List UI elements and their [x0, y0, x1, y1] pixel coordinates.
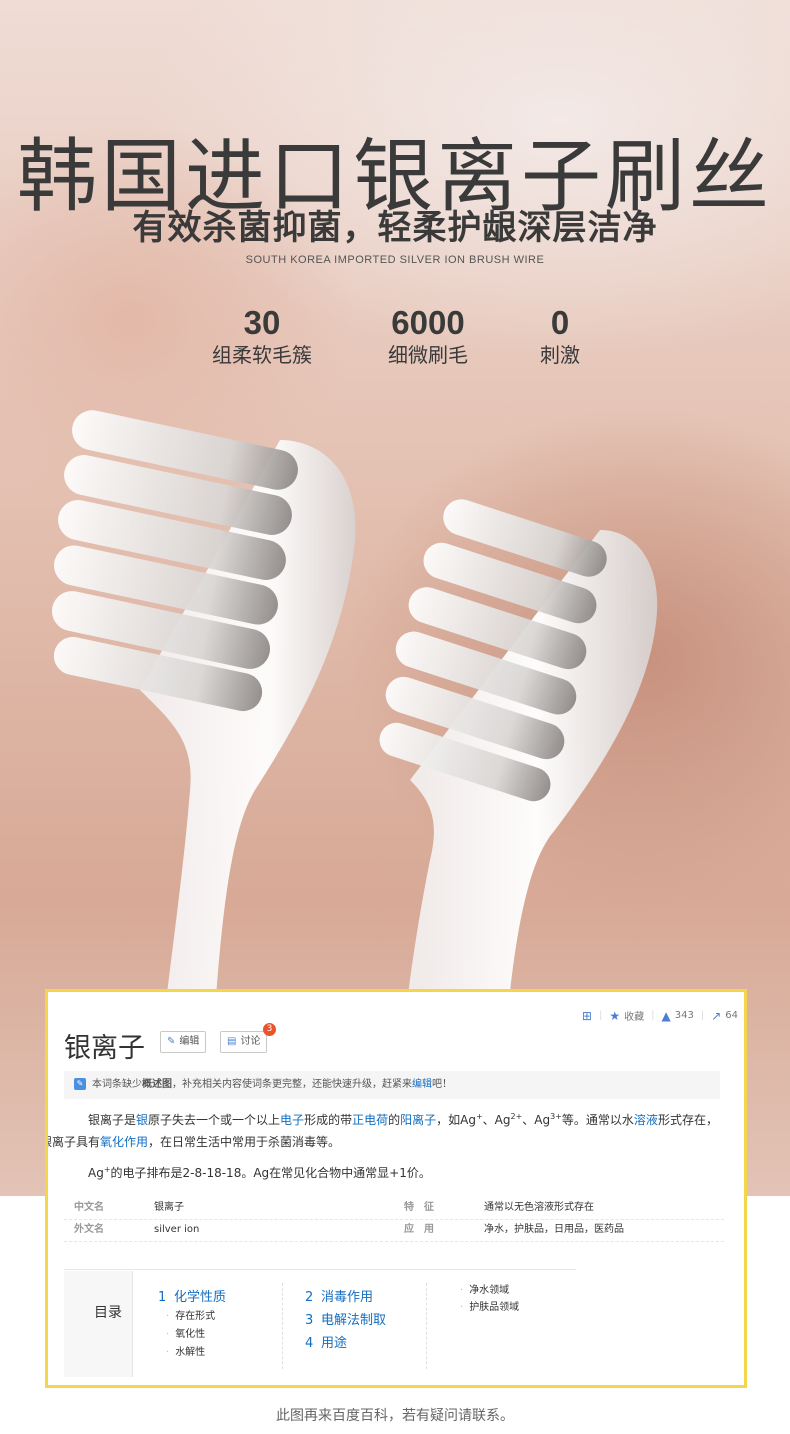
- toc-heading: 目录: [94, 1305, 122, 1321]
- toc-item-uses[interactable]: 4 用途: [305, 1332, 347, 1351]
- link-silver[interactable]: 银: [136, 1113, 148, 1127]
- basic-info-row: 外文名 silver ion 应 用 净水，护肤品，日用品，医药品: [64, 1219, 724, 1242]
- notice-edit-link[interactable]: 编辑: [412, 1079, 432, 1090]
- basic-info-row: 中文名 银离子 特 征 通常以无色溶液形式存在: [64, 1197, 724, 1220]
- like-count[interactable]: 343: [675, 1010, 694, 1021]
- footer-note: 此图再来百度百科，若有疑问请联系。: [276, 1408, 514, 1424]
- text: 、Ag: [522, 1113, 551, 1127]
- link-electron[interactable]: 电子: [280, 1113, 304, 1127]
- link-cation[interactable]: 阳离子: [400, 1113, 436, 1127]
- discuss-button[interactable]: ▤ 讨论: [220, 1031, 268, 1053]
- text: ，在日常生活中常用于杀菌消毒等。: [148, 1135, 341, 1149]
- text: 银离子具有: [45, 1135, 101, 1149]
- toc-number: 4: [305, 1336, 314, 1351]
- superscript: +: [103, 1165, 111, 1174]
- toc-subitem[interactable]: · 护肤品领域: [460, 1298, 519, 1313]
- entry-toolbar: ⊞ | ★ 收藏 | ▲ 343 | ↗ 64: [581, 1008, 738, 1024]
- share-count[interactable]: 64: [725, 1010, 738, 1021]
- info-value: 银离子: [154, 1202, 184, 1213]
- stat-label: 组柔软毛簇: [212, 343, 312, 367]
- comment-icon: ▤: [227, 1036, 237, 1047]
- toc-label: 用途: [321, 1336, 348, 1351]
- toc-sub-label: 氧化性: [175, 1329, 206, 1340]
- text: Ag: [88, 1166, 104, 1180]
- subheadline: 有效杀菌抑菌，轻柔护龈深层洁净: [132, 208, 658, 248]
- electron-paragraph: Ag+的电子排布是2-8-18-18。Ag在常见化合物中通常显+1价。: [64, 1159, 724, 1184]
- intro-paragraph: 银离子是银原子失去一个或一个以上电子形成的带正电荷的阳离子，如Ag+、Ag2+、…: [48, 1106, 724, 1153]
- toc-subitem[interactable]: · 净水领域: [460, 1281, 509, 1296]
- toc-subitem[interactable]: · 氧化性: [166, 1325, 205, 1340]
- link-solution[interactable]: 溶液: [634, 1113, 658, 1127]
- text: 等。通常以水: [561, 1113, 634, 1127]
- toc-subitem[interactable]: · 存在形式: [166, 1307, 215, 1322]
- edit-button[interactable]: ✎ 编辑: [160, 1031, 207, 1053]
- info-value: 通常以无色溶液形式存在: [484, 1202, 594, 1213]
- text: 形成的带: [304, 1113, 353, 1127]
- superscript: +: [475, 1112, 483, 1121]
- toc-item-disinfection[interactable]: 2 消毒作用: [305, 1286, 373, 1305]
- discuss-badge: 3: [263, 1023, 276, 1036]
- text: ，如Ag: [436, 1113, 476, 1127]
- toc-number: 1: [158, 1290, 167, 1305]
- toc-number: 2: [305, 1290, 314, 1305]
- stat-irritation: 0 刺激: [480, 304, 640, 368]
- info-value: silver ion: [154, 1224, 200, 1235]
- star-icon[interactable]: ★: [609, 1009, 620, 1023]
- text: 的电子排布是2-8-18-18。Ag在常见化合物中通常显+1价。: [110, 1166, 431, 1180]
- stat-label: 刺激: [540, 343, 580, 367]
- stat-tufts: 30 组柔软毛簇: [182, 304, 342, 368]
- notice-text: 吧！: [432, 1079, 452, 1090]
- link-positive-charge[interactable]: 正电荷: [352, 1113, 388, 1127]
- superscript: 3+: [550, 1112, 562, 1121]
- edit-label: 编辑: [179, 1036, 200, 1047]
- toc-divider: [64, 1269, 576, 1270]
- info-key: 特 征: [404, 1202, 434, 1213]
- text: 原子失去一个或一个以上: [148, 1113, 281, 1127]
- toc-heading-panel: [64, 1271, 133, 1377]
- table-of-contents: 目录 1 化学性质 · 存在形式 · 氧化性 · 水解性 2 消毒作用 3 电解法制取 4用…: [64, 1271, 576, 1377]
- toc-sub-label: 净水领域: [469, 1285, 510, 1296]
- share-icon[interactable]: ↗: [711, 1009, 721, 1023]
- add-icon[interactable]: ⊞: [582, 1009, 592, 1023]
- discuss-label: 讨论: [240, 1036, 261, 1047]
- text: 形式存在，: [657, 1113, 718, 1127]
- notice-text: 本词条缺少: [92, 1079, 142, 1090]
- toc-subitem[interactable]: · 水解性: [166, 1343, 205, 1358]
- toc-column-divider: [282, 1283, 283, 1369]
- info-value: 净水，护肤品，日用品，医药品: [484, 1224, 624, 1235]
- toc-label: 消毒作用: [321, 1290, 374, 1305]
- notice-bar: ✎ 本词条缺少概述图，补充相关内容使词条更完整，还能快速升级，赶紧来编辑吧！: [64, 1071, 720, 1099]
- toc-sub-label: 护肤品领域: [469, 1302, 520, 1313]
- pencil-icon: ✎: [167, 1036, 176, 1047]
- stat-value: 0: [550, 304, 570, 341]
- thumbs-up-icon[interactable]: ▲: [662, 1009, 671, 1023]
- toc-label: 化学性质: [174, 1290, 227, 1305]
- toc-item-chemical-properties[interactable]: 1 化学性质: [158, 1286, 226, 1305]
- baike-screenshot-card: ⊞ | ★ 收藏 | ▲ 343 | ↗ 64 银离子 ✎ 编辑 ▤ 讨论 3 ✎ 本…: [45, 989, 747, 1388]
- notice-emphasis: 概述图: [142, 1079, 172, 1090]
- english-tagline: SOUTH KOREA IMPORTED SILVER ION BRUSH WI…: [245, 254, 545, 266]
- toc-number: 3: [305, 1313, 314, 1328]
- stat-value: 30: [243, 304, 281, 341]
- edit-notice-icon: ✎: [74, 1078, 86, 1090]
- info-key: 中文名: [74, 1202, 104, 1213]
- toc-column-divider: [426, 1283, 427, 1369]
- text: 银离子是: [88, 1113, 137, 1127]
- info-key: 外文名: [74, 1224, 104, 1235]
- notice-text: ，补充相关内容使词条更完整，还能快速升级，赶紧来: [172, 1079, 412, 1090]
- collect-label[interactable]: 收藏: [624, 1008, 644, 1023]
- entry-title: 银离子: [64, 1033, 145, 1064]
- info-key: 应 用: [404, 1224, 434, 1235]
- text: 的: [388, 1113, 401, 1127]
- superscript: 2+: [510, 1112, 523, 1121]
- toc-sub-label: 存在形式: [175, 1311, 216, 1322]
- text: 、Ag: [482, 1113, 511, 1127]
- link-oxidation[interactable]: 氧化作用: [100, 1135, 148, 1149]
- toc-sub-label: 水解性: [175, 1347, 206, 1358]
- toc-item-electrolysis[interactable]: 3 电解法制取: [305, 1309, 386, 1328]
- toc-label: 电解法制取: [321, 1313, 387, 1328]
